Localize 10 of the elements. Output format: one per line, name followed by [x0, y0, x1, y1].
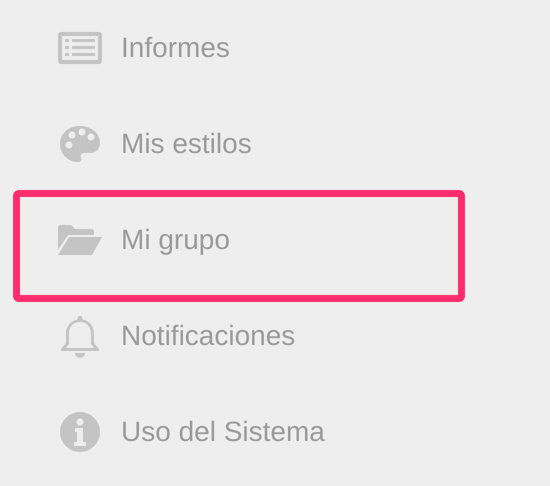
palette-icon — [59, 125, 101, 163]
menu-item[interactable]: Mi grupo — [121, 224, 230, 256]
menu-item[interactable]: Informes — [121, 32, 230, 64]
menu-item[interactable]: Mis estilos — [121, 128, 252, 160]
list-icon — [57, 31, 103, 65]
info-icon — [59, 411, 101, 453]
menu-item[interactable]: Uso del Sistema — [121, 416, 325, 448]
bell-icon — [58, 313, 102, 359]
folder-icon — [57, 224, 103, 256]
menu-item[interactable]: Notificaciones — [121, 320, 296, 352]
